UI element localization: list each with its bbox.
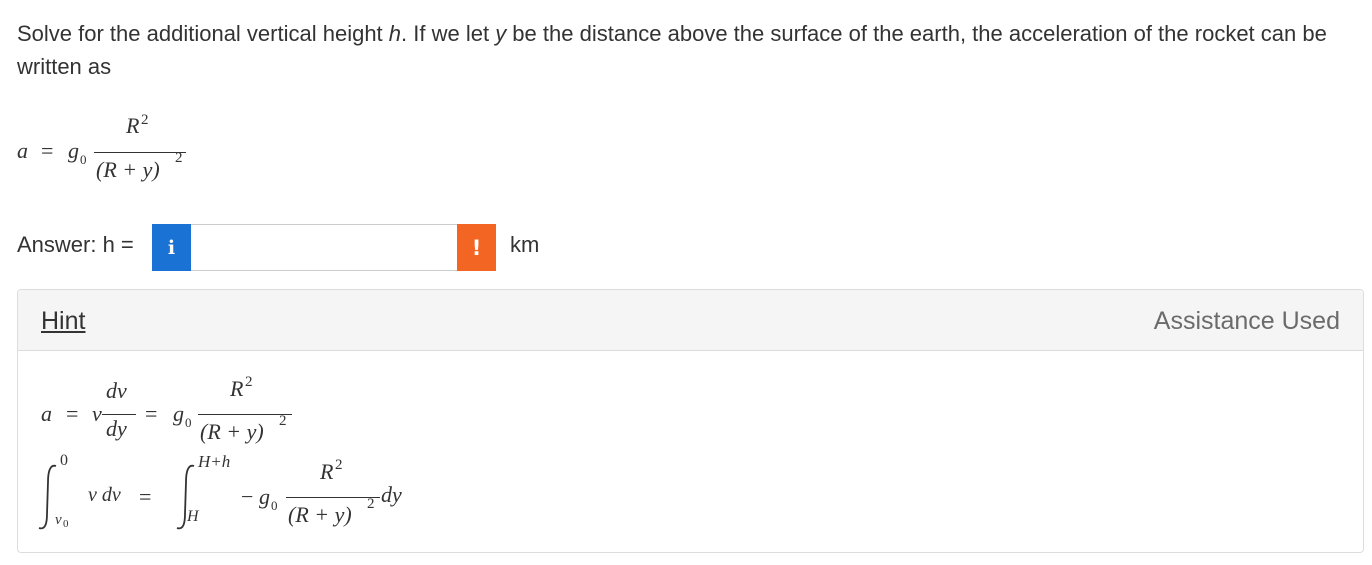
hint-b-eq: = bbox=[139, 484, 152, 509]
hint-b-den-exp: 2 bbox=[367, 496, 375, 512]
int1-upper: 0 bbox=[60, 452, 68, 469]
eq1-lhs: a bbox=[17, 138, 28, 163]
eq1-g: g bbox=[68, 138, 79, 163]
info-icon[interactable]: i bbox=[152, 224, 191, 271]
hint-b-frac-bar bbox=[286, 497, 380, 499]
int1-lower-sub: 0 bbox=[63, 518, 69, 530]
question-text: Solve for the additional vertical height… bbox=[17, 17, 1357, 83]
question-h-var: h bbox=[388, 21, 402, 46]
hint-a-den2-exp: 2 bbox=[279, 413, 287, 429]
hint-a-num1: dv bbox=[106, 378, 127, 403]
answer-input[interactable] bbox=[191, 224, 457, 271]
answer-unit: km bbox=[510, 232, 540, 257]
hint-a-eq1: = bbox=[66, 401, 79, 426]
hint-b-num: R bbox=[320, 459, 334, 484]
answer-label: Answer: h = bbox=[17, 232, 134, 257]
hint-header: Hint Assistance Used bbox=[18, 290, 1363, 351]
eq1-g-sub: 0 bbox=[80, 152, 87, 167]
hint-b-dy: dy bbox=[381, 482, 402, 507]
hint-b-g: g bbox=[259, 484, 270, 509]
hint-b-den: (R + y) bbox=[288, 502, 352, 527]
question-y-var: y bbox=[495, 21, 507, 46]
eq1-denominator: (R + y) bbox=[96, 157, 160, 182]
warning-icon: ! bbox=[457, 224, 496, 271]
int1-lower: v bbox=[55, 512, 62, 528]
int2-upper: H+h bbox=[198, 452, 231, 471]
assistance-used-label: Assistance Used bbox=[1153, 307, 1340, 335]
hint-a-num2: R bbox=[230, 376, 244, 401]
question-part1: Solve for the additional vertical height bbox=[17, 21, 389, 46]
hint-a-eq2: = bbox=[145, 401, 158, 426]
eq1-equals: = bbox=[41, 138, 54, 163]
hint-a-den2: (R + y) bbox=[200, 419, 264, 444]
eq1-denominator-exp: 2 bbox=[175, 150, 183, 166]
hint-b-num-exp: 2 bbox=[335, 457, 343, 473]
eq1-fraction-bar bbox=[94, 152, 186, 154]
hint-a-den1: dy bbox=[106, 416, 127, 441]
hint-b-minus: − bbox=[241, 484, 254, 509]
hint-a-g: g bbox=[173, 401, 184, 426]
hint-a-v: v bbox=[92, 401, 102, 426]
hint-a-frac2-bar bbox=[198, 414, 292, 416]
question-part2: . If we let bbox=[401, 21, 496, 46]
hint-b-g-sub: 0 bbox=[271, 498, 278, 513]
hint-a-g-sub: 0 bbox=[185, 415, 192, 430]
hint-a-num2-exp: 2 bbox=[245, 374, 253, 390]
int1-integrand: v dv bbox=[88, 484, 121, 506]
hint-link[interactable]: Hint bbox=[41, 306, 85, 336]
eq1-numerator: R bbox=[126, 113, 140, 138]
eq1-numerator-exp: 2 bbox=[141, 112, 149, 128]
hint-a-lhs: a bbox=[41, 401, 52, 426]
int2-lower: H bbox=[187, 508, 199, 525]
